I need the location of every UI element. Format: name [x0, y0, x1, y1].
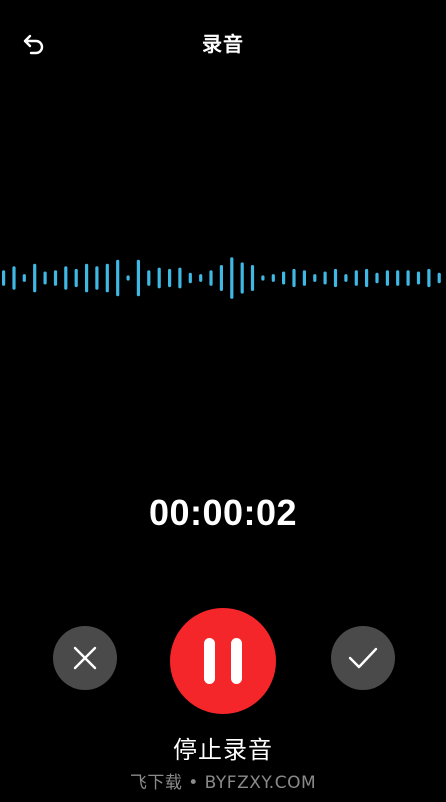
waveform-bar — [147, 270, 151, 286]
waveform-bar — [2, 270, 6, 286]
waveform-bar — [385, 270, 389, 286]
cancel-button[interactable] — [53, 626, 117, 690]
waveform-bar — [199, 274, 203, 282]
waveform-bar — [136, 259, 140, 297]
waveform-bar — [292, 268, 296, 288]
header-bar: 录音 — [0, 0, 446, 84]
pause-icon — [196, 638, 250, 684]
waveform-bar — [85, 263, 89, 293]
waveform-bar — [116, 259, 120, 297]
waveform-bar — [406, 270, 410, 286]
waveform-bar — [74, 268, 78, 288]
waveform-bar — [12, 266, 16, 290]
waveform-bar — [282, 271, 286, 285]
waveform-bar — [188, 272, 192, 284]
checkmark-icon — [348, 647, 378, 669]
waveform-bar — [230, 257, 234, 299]
waveform-bar — [209, 270, 213, 286]
waveform-bar — [365, 268, 369, 288]
waveform-bar — [323, 271, 327, 285]
pause-button[interactable] — [170, 608, 276, 714]
page-title: 录音 — [202, 32, 244, 56]
waveform-bar — [302, 270, 306, 286]
waveform-bar — [344, 274, 348, 282]
waveform-bar — [22, 274, 26, 282]
waveform-bar — [427, 268, 431, 288]
waveform-bar — [261, 275, 265, 281]
waveform-bar — [219, 265, 223, 291]
waveform-bar — [250, 265, 255, 291]
stop-recording-label[interactable]: 停止录音 — [0, 730, 446, 765]
waveform-bar — [437, 272, 441, 284]
waveform-bar — [178, 267, 182, 289]
waveform-bar — [53, 270, 58, 286]
waveform-bar — [333, 268, 338, 288]
waveform-bar — [240, 262, 244, 294]
confirm-button[interactable] — [331, 626, 395, 690]
waveform-bar — [354, 270, 358, 286]
watermark-text: 飞下载 • BYFZXY.COM — [129, 773, 317, 793]
waveform-bar — [396, 270, 400, 286]
waveform-bar — [95, 266, 99, 290]
audio-waveform — [2, 257, 441, 299]
waveform-bar — [64, 266, 68, 290]
recording-timer: 00:00:02 — [148, 492, 298, 533]
waveform-bar — [271, 274, 275, 282]
waveform-bar — [105, 263, 109, 293]
waveform-bar — [43, 271, 47, 285]
waveform-bar — [375, 272, 379, 284]
waveform-bar — [313, 274, 317, 282]
close-icon — [73, 646, 97, 670]
waveform-bar — [157, 267, 161, 289]
waveform-bar — [168, 268, 172, 288]
waveform-bar — [126, 275, 130, 281]
waveform-bar — [33, 263, 37, 293]
waveform-bar — [416, 271, 421, 285]
